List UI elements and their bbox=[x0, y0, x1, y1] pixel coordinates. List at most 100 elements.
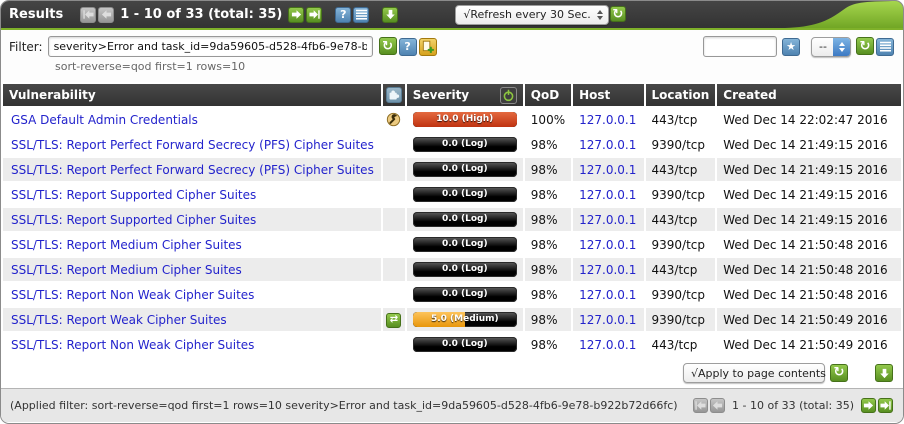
vulnerability-link[interactable]: SSL/TLS: Report Perfect Forward Secrecy … bbox=[11, 163, 374, 177]
qod-cell: 98% bbox=[525, 308, 571, 331]
solution-type-cell bbox=[383, 258, 405, 281]
host-cell: 127.0.0.1 bbox=[573, 283, 643, 306]
table-row: SSL/TLS: Report Non Weak Cipher Suites 0.… bbox=[3, 333, 901, 356]
filter-input[interactable] bbox=[48, 36, 373, 57]
host-link[interactable]: 127.0.0.1 bbox=[579, 338, 636, 352]
vulnerability-link[interactable]: SSL/TLS: Report Weak Cipher Suites bbox=[11, 313, 227, 327]
solution-type-cell bbox=[383, 108, 405, 131]
column-header-created[interactable]: Created bbox=[717, 84, 901, 106]
results-table: Vulnerability Severity QoD Host Location… bbox=[1, 82, 903, 358]
vulnerability-cell: SSL/TLS: Report Perfect Forward Secrecy … bbox=[3, 133, 381, 156]
host-link[interactable]: 127.0.0.1 bbox=[579, 263, 636, 277]
table-row: SSL/TLS: Report Medium Cipher Suites 0.0 … bbox=[3, 233, 901, 256]
column-header-solution-type[interactable] bbox=[383, 84, 405, 106]
location-cell: 443/tcp bbox=[646, 108, 716, 131]
qod-cell: 98% bbox=[525, 258, 571, 281]
new-filter-icon[interactable] bbox=[419, 38, 437, 56]
created-cell: Wed Dec 14 21:49:15 2016 bbox=[717, 133, 901, 156]
solution-type-vendorfix-icon bbox=[386, 112, 401, 127]
column-header-qod[interactable]: QoD bbox=[525, 84, 571, 106]
column-header-host[interactable]: Host bbox=[573, 84, 643, 106]
created-cell: Wed Dec 14 21:50:49 2016 bbox=[717, 333, 901, 356]
vulnerability-cell: SSL/TLS: Report Supported Cipher Suites bbox=[3, 208, 381, 231]
severity-cell: 0.0 (Log) bbox=[407, 233, 523, 256]
list-icon[interactable] bbox=[353, 7, 369, 23]
save-filter-star-icon[interactable]: ★ bbox=[782, 38, 800, 56]
update-filter-icon[interactable]: ↻ bbox=[379, 37, 397, 55]
applied-filter-text: (Applied filter: sort-reverse=qod first=… bbox=[10, 399, 678, 412]
apply-refresh-icon[interactable]: ↻ bbox=[830, 364, 848, 382]
filter-name-input[interactable] bbox=[703, 36, 777, 57]
vulnerability-link[interactable]: SSL/TLS: Report Perfect Forward Secrecy … bbox=[11, 138, 374, 152]
host-link[interactable]: 127.0.0.1 bbox=[579, 313, 636, 327]
vulnerability-link[interactable]: SSL/TLS: Report Supported Cipher Suites bbox=[11, 213, 256, 227]
filter-help-icon[interactable]: ? bbox=[399, 38, 417, 56]
vulnerability-link[interactable]: SSL/TLS: Report Non Weak Cipher Suites bbox=[11, 288, 254, 302]
created-cell: Wed Dec 14 21:50:48 2016 bbox=[717, 283, 901, 306]
host-cell: 127.0.0.1 bbox=[573, 308, 643, 331]
severity-cell: 0.0 (Log) bbox=[407, 208, 523, 231]
vulnerability-link[interactable]: SSL/TLS: Report Medium Cipher Suites bbox=[11, 238, 242, 252]
host-cell: 127.0.0.1 bbox=[573, 133, 643, 156]
host-link[interactable]: 127.0.0.1 bbox=[579, 288, 636, 302]
location-cell: 9390/tcp bbox=[646, 233, 716, 256]
severity-cell: 5.0 (Medium) bbox=[407, 308, 523, 331]
vulnerability-link[interactable]: SSL/TLS: Report Non Weak Cipher Suites bbox=[11, 338, 254, 352]
host-link[interactable]: 127.0.0.1 bbox=[579, 188, 636, 202]
host-link[interactable]: 127.0.0.1 bbox=[579, 213, 636, 227]
filter-sort-summary: sort-reverse=qod first=1 rows=10 bbox=[55, 60, 895, 73]
edit-filters-icon[interactable] bbox=[876, 38, 894, 56]
table-row: SSL/TLS: Report Medium Cipher Suites0.0 … bbox=[3, 258, 901, 281]
host-link[interactable]: 127.0.0.1 bbox=[579, 238, 636, 252]
table-row: SSL/TLS: Report Perfect Forward Secrecy … bbox=[3, 158, 901, 181]
next-page-button-bottom[interactable] bbox=[861, 398, 876, 413]
host-cell: 127.0.0.1 bbox=[573, 108, 643, 131]
download-icon[interactable] bbox=[382, 7, 398, 23]
last-page-button-bottom[interactable] bbox=[878, 398, 893, 413]
help-icon[interactable]: ? bbox=[335, 7, 351, 23]
severity-bar: 0.0 (Log) bbox=[413, 287, 517, 302]
saved-filters-select[interactable]: -- bbox=[811, 37, 851, 57]
solution-type-cell bbox=[383, 283, 405, 306]
pagination-range-bottom: 1 - 10 of 33 (total: 35) bbox=[732, 399, 854, 412]
severity-cell: 0.0 (Log) bbox=[407, 158, 523, 181]
severity-bar: 10.0 (High) bbox=[413, 112, 517, 127]
severity-cell: 0.0 (Log) bbox=[407, 283, 523, 306]
severity-bar: 0.0 (Log) bbox=[413, 237, 517, 252]
solution-type-puzzle-icon[interactable] bbox=[386, 87, 402, 103]
switch-filter-icon[interactable]: ↻ bbox=[856, 37, 874, 55]
column-header-location[interactable]: Location bbox=[646, 84, 716, 106]
column-header-vulnerability[interactable]: Vulnerability bbox=[3, 84, 381, 106]
vulnerability-cell: SSL/TLS: Report Non Weak Cipher Suites bbox=[3, 283, 381, 306]
vulnerability-link[interactable]: SSL/TLS: Report Supported Cipher Suites bbox=[11, 188, 256, 202]
refresh-interval-select[interactable]: √Refresh every 30 Sec. bbox=[455, 5, 608, 25]
saved-filters-value: -- bbox=[819, 40, 827, 53]
vulnerability-cell: SSL/TLS: Report Perfect Forward Secrecy … bbox=[3, 158, 381, 181]
column-header-severity[interactable]: Severity bbox=[407, 84, 523, 106]
location-cell: 9390/tcp bbox=[646, 183, 716, 206]
host-cell: 127.0.0.1 bbox=[573, 183, 643, 206]
severity-label: 0.0 (Log) bbox=[413, 237, 517, 252]
toggle-overrides-icon[interactable] bbox=[500, 87, 517, 104]
vulnerability-link[interactable]: SSL/TLS: Report Medium Cipher Suites bbox=[11, 263, 242, 277]
severity-label: 0.0 (Log) bbox=[413, 337, 517, 352]
solution-type-mitigate-icon: ⇄ bbox=[386, 313, 401, 328]
solution-type-cell bbox=[383, 208, 405, 231]
severity-bar: 0.0 (Log) bbox=[413, 137, 517, 152]
footer-bar: (Applied filter: sort-reverse=qod first=… bbox=[1, 388, 903, 422]
refresh-icon[interactable]: ↻ bbox=[610, 6, 626, 22]
last-page-button-top[interactable] bbox=[306, 7, 322, 23]
solution-type-cell bbox=[383, 233, 405, 256]
filter-toolbar: Filter: ↻ ? ★ -- ↻ sort-reverse=qod firs… bbox=[1, 30, 903, 82]
host-link[interactable]: 127.0.0.1 bbox=[579, 163, 636, 177]
next-page-button-top[interactable] bbox=[288, 7, 304, 23]
host-link[interactable]: 127.0.0.1 bbox=[579, 138, 636, 152]
apply-to-select[interactable]: √Apply to page contents bbox=[683, 363, 825, 383]
first-page-button-bottom bbox=[693, 398, 708, 413]
severity-label: 0.0 (Log) bbox=[413, 137, 517, 152]
severity-cell: 0.0 (Log) bbox=[407, 133, 523, 156]
vulnerability-link[interactable]: GSA Default Admin Credentials bbox=[11, 113, 198, 127]
export-download-icon[interactable] bbox=[875, 364, 893, 382]
host-cell: 127.0.0.1 bbox=[573, 258, 643, 281]
host-link[interactable]: 127.0.0.1 bbox=[579, 113, 636, 127]
